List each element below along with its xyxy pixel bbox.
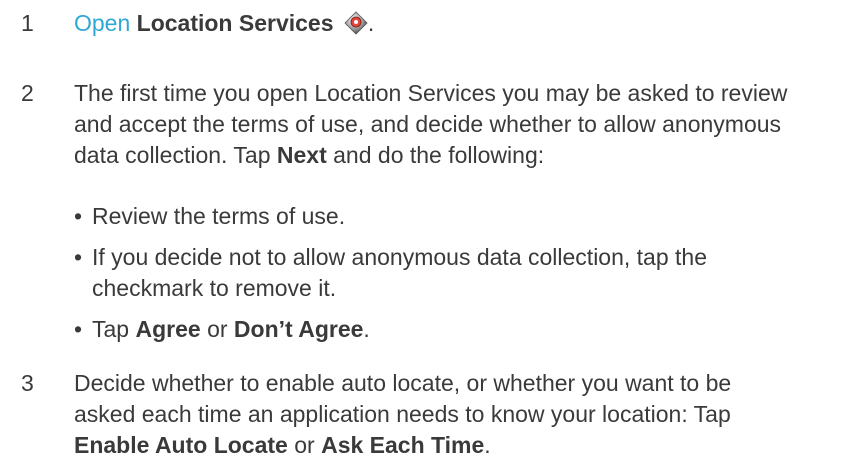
- bullet-list: • Review the terms of use. • If you deci…: [74, 201, 834, 345]
- text-line: Enable Auto Locate or Ask Each Time.: [74, 432, 491, 458]
- bullet-dot: •: [74, 316, 83, 342]
- step-text: The first time you open Location Service…: [74, 78, 844, 171]
- step-text: Open Location Services .: [74, 8, 844, 39]
- step-number: 1: [21, 10, 34, 36]
- step-text: Decide whether to enable auto locate, or…: [74, 368, 844, 461]
- step-number: 2: [21, 80, 34, 106]
- bullet-dot: •: [74, 203, 83, 229]
- text-line: and accept the terms of use, and decide …: [74, 111, 782, 137]
- text-line: Decide whether to enable auto locate, or…: [74, 370, 732, 396]
- ask-each-time-label: Ask Each Time: [321, 432, 485, 458]
- location-services-icon: [344, 11, 368, 35]
- text-line: The first time you open Location Service…: [74, 80, 788, 106]
- next-label: Next: [276, 142, 327, 168]
- app-name: Location Services: [136, 10, 334, 36]
- agree-label: Agree: [135, 316, 201, 342]
- list-item: • Review the terms of use.: [74, 201, 834, 232]
- enable-auto-locate-label: Enable Auto Locate: [74, 432, 288, 458]
- text-line: asked each time an application needs to …: [74, 401, 731, 427]
- list-item: • If you decide not to allow anonymous d…: [74, 244, 708, 301]
- step-number: 3: [21, 370, 34, 396]
- bullet-dot: •: [74, 244, 83, 270]
- open-link[interactable]: Open: [74, 10, 130, 36]
- text-line: data collection. Tap Next and do the fol…: [74, 142, 545, 168]
- dont-agree-label: Don’t Agree: [233, 316, 364, 342]
- list-item: • Tap Agree or Don’t Agree.: [74, 314, 834, 345]
- period: .: [367, 10, 375, 36]
